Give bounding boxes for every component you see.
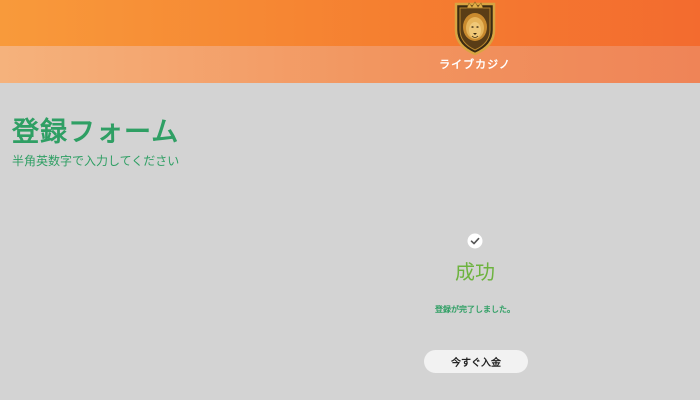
lion-shield-icon[interactable] xyxy=(452,0,498,56)
site-header: ライブカジノ xyxy=(0,0,700,83)
brand-name: ライブカジノ xyxy=(439,58,511,71)
success-message: 登録が完了しました。 xyxy=(435,305,515,314)
deposit-now-button[interactable]: 今すぐ入金 xyxy=(424,350,528,373)
lion-logo-graphic xyxy=(454,1,496,56)
page-subtitle: 半角英数字で入力してください xyxy=(12,154,180,168)
check-circle-icon xyxy=(467,233,483,249)
header-bottom-band xyxy=(0,46,700,83)
check-circle-graphic xyxy=(467,233,483,249)
page-title: 登録フォーム xyxy=(12,117,180,148)
header-top-bar xyxy=(0,0,700,46)
success-title: 成功 xyxy=(455,260,495,284)
